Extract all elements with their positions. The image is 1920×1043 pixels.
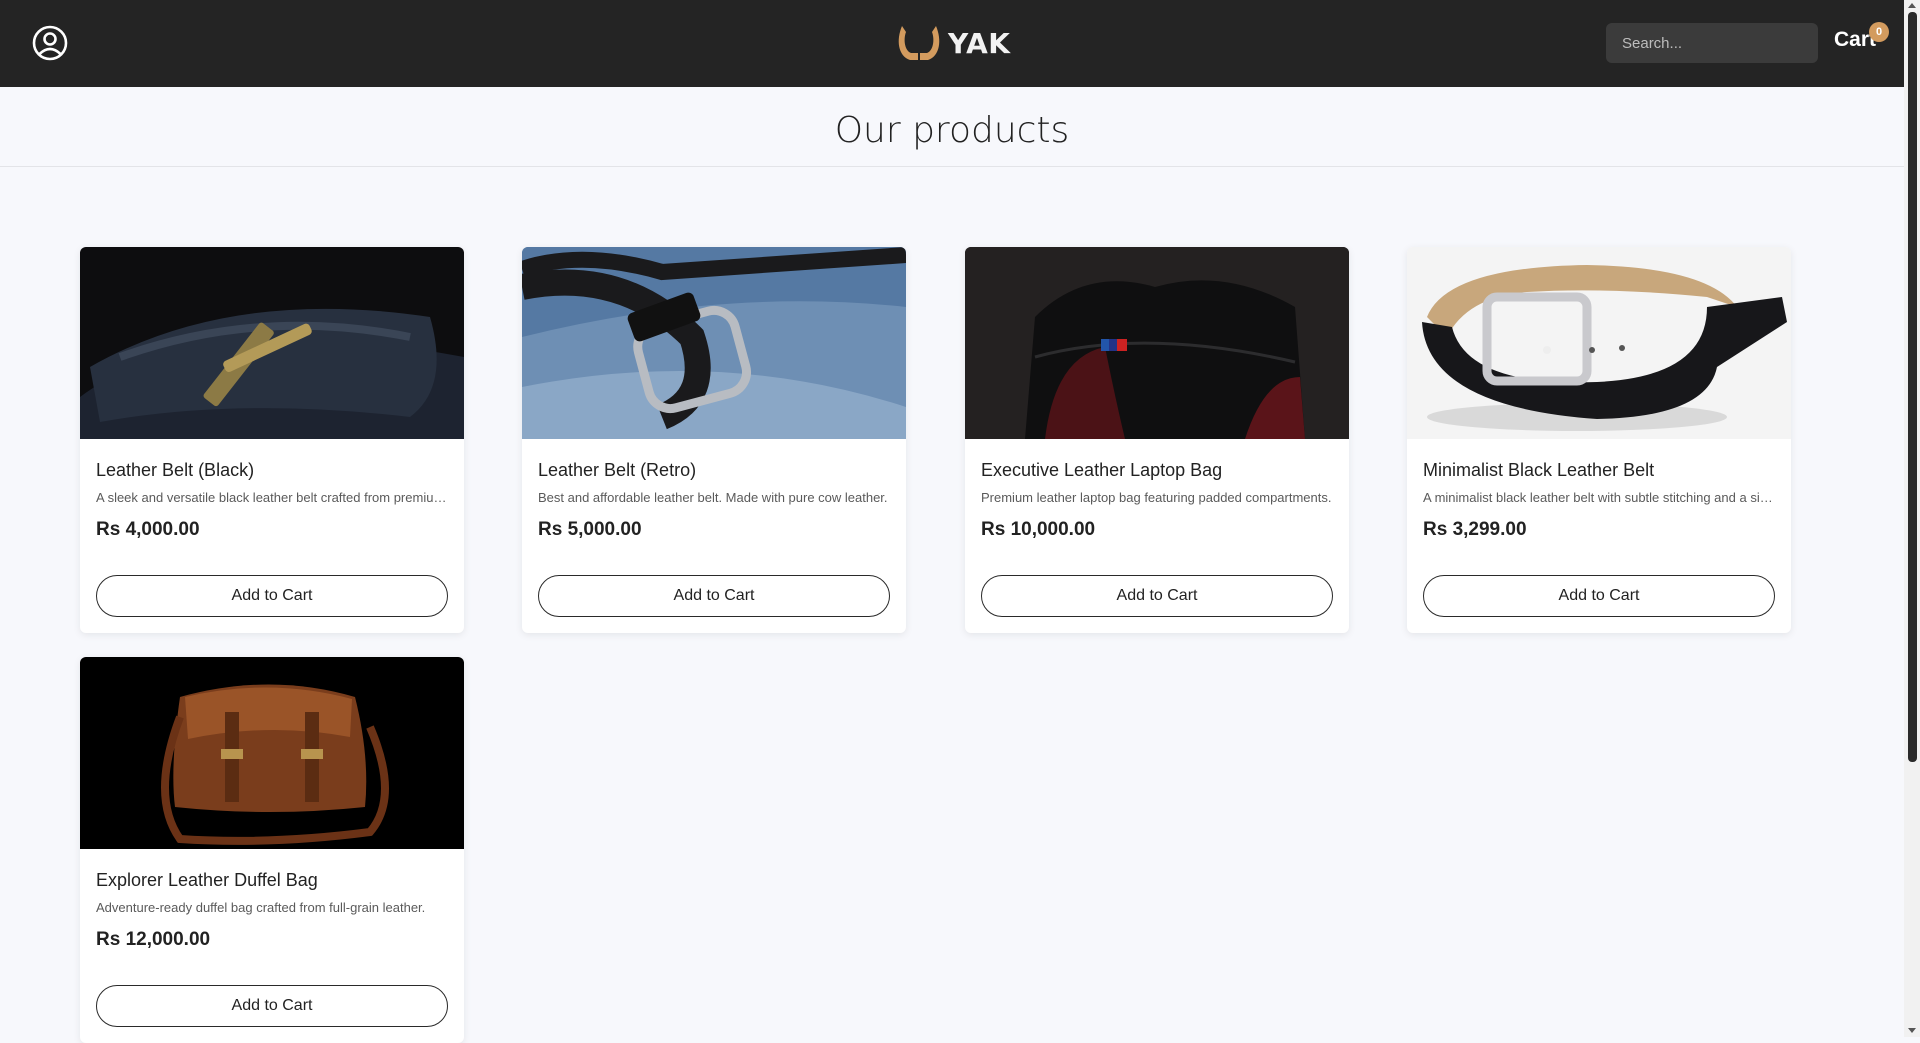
product-description: A sleek and versatile black leather belt… <box>96 490 448 505</box>
cart-count-badge: 0 <box>1869 22 1889 42</box>
product-price: Rs 3,299.00 <box>1423 519 1527 540</box>
product-description: Adventure-ready duffel bag crafted from … <box>96 900 426 915</box>
product-price: Rs 5,000.00 <box>538 519 642 540</box>
product-description: A minimalist black leather belt with sub… <box>1423 490 1775 505</box>
add-to-cart-button[interactable]: Add to Cart <box>1423 575 1775 617</box>
scrollbar-thumb[interactable] <box>1908 12 1917 762</box>
product-image[interactable] <box>1407 247 1791 439</box>
product-name[interactable]: Explorer Leather Duffel Bag <box>96 870 318 891</box>
product-price: Rs 4,000.00 <box>96 519 200 540</box>
navbar: YAK Cart 0 <box>0 0 1904 87</box>
scroll-down-arrow-icon[interactable] <box>1908 1028 1916 1033</box>
product-name[interactable]: Minimalist Black Leather Belt <box>1423 460 1654 481</box>
product-card: Explorer Leather Duffel Bag Adventure-re… <box>80 657 464 1043</box>
product-card: Minimalist Black Leather Belt A minimali… <box>1407 247 1791 633</box>
user-circle-icon <box>32 25 68 61</box>
page-title: Our products <box>834 110 1070 151</box>
search-input[interactable] <box>1606 23 1818 63</box>
product-card: Executive Leather Laptop Bag Premium lea… <box>965 247 1349 633</box>
brand-name: YAK <box>948 26 1011 60</box>
product-name[interactable]: Leather Belt (Black) <box>96 460 254 481</box>
product-image[interactable] <box>80 247 464 439</box>
brand-logo[interactable]: YAK <box>896 20 1010 66</box>
product-card: Leather Belt (Black) A sleek and versati… <box>80 247 464 633</box>
product-description: Best and affordable leather belt. Made w… <box>538 490 888 505</box>
product-image[interactable] <box>965 247 1349 439</box>
add-to-cart-button[interactable]: Add to Cart <box>981 575 1333 617</box>
add-to-cart-button[interactable]: Add to Cart <box>96 575 448 617</box>
product-price: Rs 10,000.00 <box>981 519 1096 540</box>
scroll-up-arrow-icon[interactable] <box>1908 3 1916 8</box>
product-name[interactable]: Executive Leather Laptop Bag <box>981 460 1222 481</box>
product-description: Premium leather laptop bag featuring pad… <box>981 490 1332 505</box>
account-button[interactable] <box>31 24 69 62</box>
product-name[interactable]: Leather Belt (Retro) <box>538 460 696 481</box>
add-to-cart-button[interactable]: Add to Cart <box>538 575 890 617</box>
product-image[interactable] <box>522 247 906 439</box>
add-to-cart-button[interactable]: Add to Cart <box>96 985 448 1027</box>
title-divider <box>0 166 1904 167</box>
product-image[interactable] <box>80 657 464 849</box>
product-price: Rs 12,000.00 <box>96 929 211 950</box>
product-card: Leather Belt (Retro) Best and affordable… <box>522 247 906 633</box>
horns-icon <box>898 26 940 60</box>
